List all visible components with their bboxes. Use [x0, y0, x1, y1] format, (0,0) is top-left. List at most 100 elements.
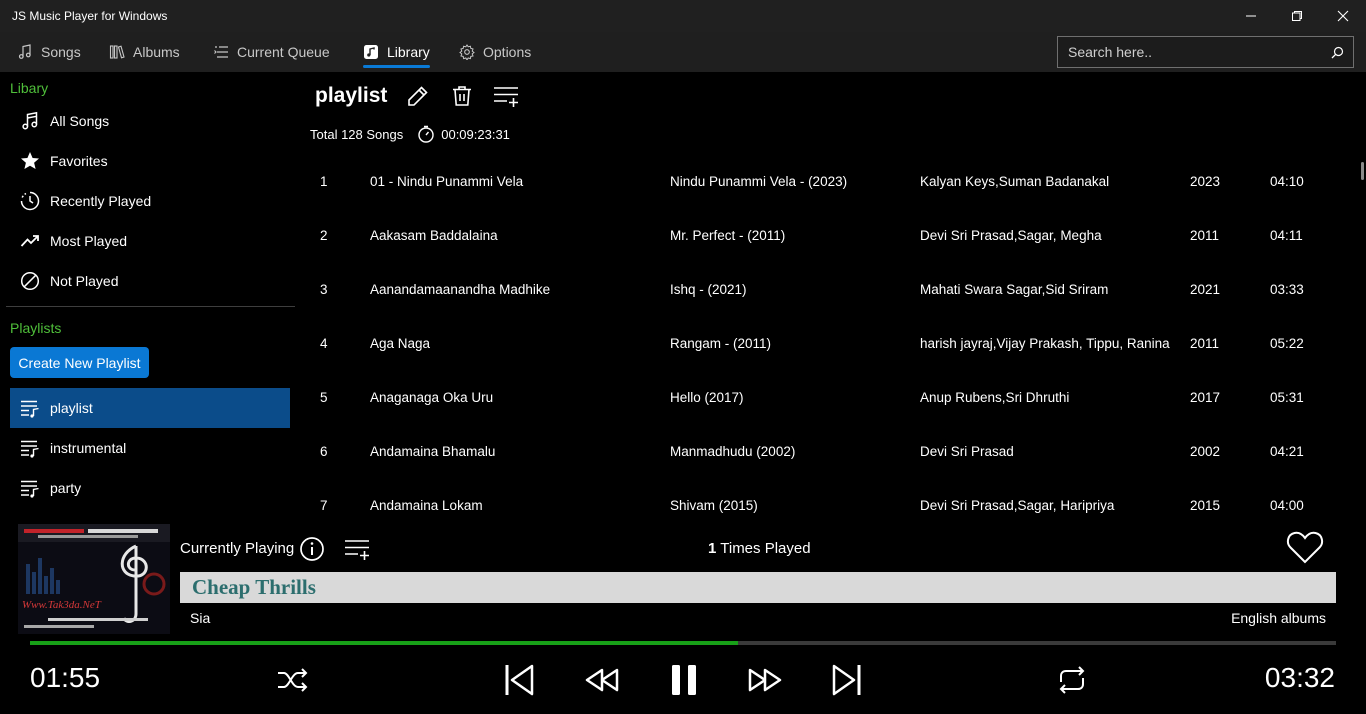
search-input[interactable]: [1068, 44, 1318, 60]
sidebar-item-label: instrumental: [50, 440, 127, 456]
table-row[interactable]: 5 Anaganaga Oka Uru Hello (2017) Anup Ruben…: [300, 372, 1350, 426]
playlists-section-title: Playlists: [10, 320, 62, 336]
song-artist: Anup Rubens,Sri Dhruthi: [920, 390, 1070, 405]
album-art-image: Www.Tak3da.NeT: [18, 524, 170, 634]
playlist-stats: Total 128 Songs 00:09:23:31: [310, 125, 510, 143]
scrollbar-thumb[interactable]: [1361, 162, 1364, 180]
trash-icon: [453, 86, 471, 106]
song-title: Andamaina Lokam: [370, 498, 483, 513]
progress-fill: [30, 641, 738, 645]
music-note-icon: [22, 111, 38, 130]
sidebar-item-label: Not Played: [50, 273, 119, 289]
tab-library[interactable]: Library: [363, 32, 430, 72]
pause-icon: [672, 665, 696, 695]
sidebar-item-playlist[interactable]: playlist: [10, 388, 290, 428]
sidebar-item-instrumental[interactable]: instrumental: [10, 428, 290, 468]
trending-up-icon: [20, 235, 39, 247]
song-duration: 04:11: [1270, 228, 1303, 243]
song-album: Rangam - (2011): [670, 336, 772, 351]
song-artist: Mahati Swara Sagar,Sid Sriram: [920, 282, 1109, 297]
minimize-icon: [1246, 15, 1256, 17]
shuffle-button[interactable]: [275, 660, 311, 700]
tab-label: Songs: [41, 44, 81, 60]
sidebar-item-recently-played[interactable]: Recently Played: [10, 181, 290, 221]
table-row[interactable]: 6 Andamaina Bhamalu Manmadhudu (2002) Devi …: [300, 426, 1350, 480]
search-icon[interactable]: [1331, 46, 1344, 59]
tab-options[interactable]: Options: [459, 32, 531, 72]
song-artist: Devi Sri Prasad,Sagar, Haripriya: [920, 498, 1115, 513]
table-row[interactable]: 4 Aga Naga Rangam - (2011) harish jayraj,Vi…: [300, 318, 1350, 372]
add-to-queue-button[interactable]: [491, 82, 523, 110]
tab-songs[interactable]: Songs: [17, 32, 81, 72]
playlist-title: playlist: [315, 84, 388, 107]
library-icon: [364, 45, 378, 59]
song-title: 01 - Nindu Punammi Vela: [370, 174, 524, 189]
playlist-add-icon[interactable]: [343, 536, 371, 562]
song-album: Shivam (2015): [670, 498, 758, 513]
tab-current-queue[interactable]: Current Queue: [213, 32, 330, 72]
playlist-icon: [21, 400, 39, 418]
sidebar-item-most-played[interactable]: Most Played: [10, 221, 290, 261]
shuffle-icon: [278, 668, 308, 692]
song-duration: 04:10: [1270, 174, 1304, 189]
song-album: Ishq - (2021): [670, 282, 747, 297]
rewind-button[interactable]: [582, 660, 622, 700]
tab-albums[interactable]: Albums: [109, 32, 180, 72]
sidebar-item-party[interactable]: party: [10, 468, 290, 508]
song-artist: Sia: [190, 610, 211, 626]
song-artist: Devi Sri Prasad,Sagar, Megha: [920, 228, 1102, 243]
song-artist: harish jayraj,Vijay Prakash, Tippu, Rani…: [920, 336, 1170, 351]
repeat-button[interactable]: [1054, 660, 1090, 700]
times-played: 1 Times Played: [708, 540, 811, 557]
info-icon[interactable]: [299, 536, 325, 562]
rename-playlist-button[interactable]: [404, 82, 432, 110]
song-album: Nindu Punammi Vela - (2023): [670, 174, 848, 189]
song-title: Aga Naga: [370, 336, 431, 351]
playlist-icon: [21, 480, 39, 498]
pencil-icon: [408, 86, 428, 106]
rewind-icon: [585, 668, 619, 692]
skip-previous-icon: [505, 664, 534, 696]
fast-forward-button[interactable]: [745, 660, 785, 700]
fast-forward-icon: [748, 668, 782, 692]
song-title: Cheap Thrills: [192, 575, 316, 599]
next-track-button[interactable]: [827, 660, 867, 700]
sidebar-item-favorites[interactable]: Favorites: [10, 141, 290, 181]
tab-label: Current Queue: [237, 44, 330, 60]
restore-icon: [1292, 11, 1302, 21]
sidebar-item-not-played[interactable]: Not Played: [10, 261, 290, 301]
sidebar: Libary All Songs Favorites Recently Play…: [0, 72, 300, 520]
sidebar-item-all-songs[interactable]: All Songs: [10, 101, 290, 141]
minimize-button[interactable]: [1228, 0, 1274, 32]
sidebar-item-label: All Songs: [50, 113, 110, 129]
song-duration: 03:33: [1270, 282, 1304, 297]
delete-playlist-button[interactable]: [448, 82, 476, 110]
currently-playing-label: Currently Playing: [180, 540, 295, 557]
song-num: 3: [320, 282, 328, 297]
sidebar-item-label: party: [50, 480, 82, 496]
previous-track-button[interactable]: [499, 660, 539, 700]
restore-button[interactable]: [1274, 0, 1320, 32]
song-year: 2017: [1190, 390, 1221, 405]
close-button[interactable]: [1320, 0, 1366, 32]
table-row[interactable]: 1 01 - Nindu Punammi Vela Nindu Punammi Ve…: [300, 156, 1350, 210]
sidebar-item-label: playlist: [50, 400, 93, 416]
table-row[interactable]: 2 Aakasam Baddalaina Mr. Perfect - (2011) D…: [300, 210, 1350, 264]
heart-icon[interactable]: [1286, 529, 1324, 565]
song-title: Aakasam Baddalaina: [370, 228, 498, 243]
album-art: Www.Tak3da.NeT: [18, 524, 170, 634]
times-played-label: Times Played: [720, 540, 811, 557]
sidebar-item-label: Recently Played: [50, 193, 152, 209]
song-num: 7: [320, 498, 328, 513]
progress-bar[interactable]: [30, 641, 1336, 645]
song-duration: 05:22: [1270, 336, 1304, 351]
playlist-icon: [21, 440, 39, 458]
times-played-count: 1: [708, 540, 717, 557]
queue-icon: [214, 46, 228, 58]
table-row[interactable]: 3 Aanandamaanandha Madhike Ishq - (2021) Ma…: [300, 264, 1350, 318]
create-playlist-button[interactable]: Create New Playlist: [10, 347, 149, 378]
pause-button[interactable]: [664, 660, 704, 700]
total-time: 03:32: [1264, 662, 1335, 693]
albums-icon: [109, 45, 125, 59]
song-year: 2011: [1190, 336, 1220, 351]
